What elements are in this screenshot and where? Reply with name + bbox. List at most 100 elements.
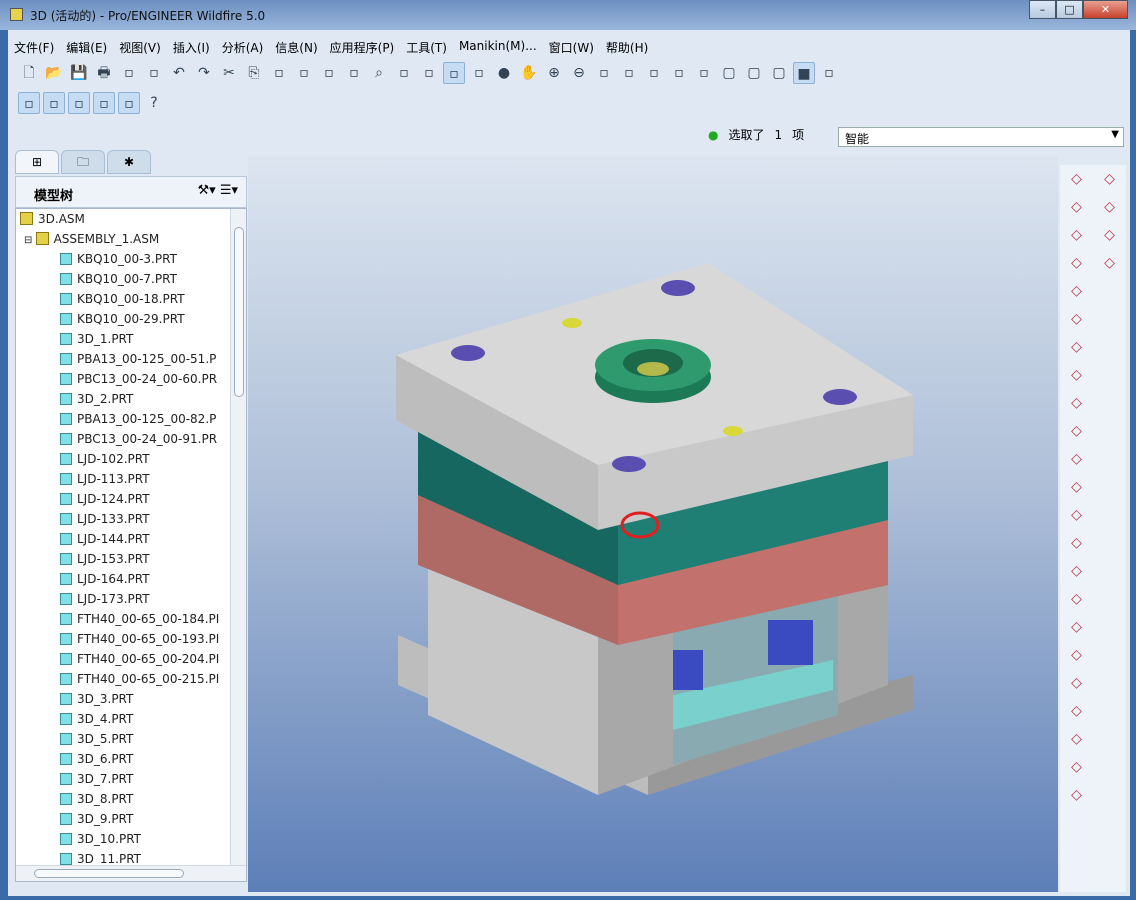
mirror-icon[interactable]: ◇: [1093, 165, 1126, 193]
settings-tools-icon[interactable]: ⚒▾: [197, 183, 215, 198]
redraw-icon[interactable]: ▫: [418, 62, 440, 84]
shading-icon[interactable]: ■: [793, 62, 815, 84]
cut-icon[interactable]: ✂: [218, 62, 240, 84]
pan-icon[interactable]: ✋: [518, 62, 540, 84]
view-manager-icon[interactable]: ▫: [693, 62, 715, 84]
new-icon[interactable]: 🗋: [18, 62, 40, 84]
tree-item[interactable]: 3D_10.PRT: [16, 829, 246, 849]
selection-filter-dropdown[interactable]: 智能 ▼: [838, 127, 1124, 147]
regen-manager-icon[interactable]: ▫: [343, 62, 365, 84]
tree-item[interactable]: FTH40_00-65_00-204.PI: [16, 649, 246, 669]
datum-axis-icon[interactable]: ◇: [1060, 221, 1093, 249]
chamfer-icon[interactable]: ◇: [1093, 221, 1126, 249]
sketch-icon[interactable]: ◇: [1060, 165, 1093, 193]
context-help-icon[interactable]: ?: [143, 92, 165, 114]
tree-item[interactable]: LJD-153.PRT: [16, 549, 246, 569]
no-hidden-icon[interactable]: ▢: [768, 62, 790, 84]
tree-item[interactable]: 3D_1.PRT: [16, 329, 246, 349]
annotation-display-icon[interactable]: ▫: [118, 92, 140, 114]
menu-item[interactable]: 窗口(W): [543, 36, 600, 58]
close-button[interactable]: ✕: [1083, 0, 1128, 19]
minimize-button[interactable]: –: [1029, 0, 1056, 19]
revolve-icon[interactable]: ◇: [1060, 445, 1093, 473]
point-display-icon[interactable]: ▫: [68, 92, 90, 114]
menu-item[interactable]: 帮助(H): [600, 36, 654, 58]
analysis-icon[interactable]: ◇: [1060, 333, 1093, 361]
mold-assembly-model[interactable]: [248, 155, 1058, 892]
tree-item[interactable]: LJD-164.PRT: [16, 569, 246, 589]
undo-icon[interactable]: ↶: [168, 62, 190, 84]
tree-item[interactable]: LJD-173.PRT: [16, 589, 246, 609]
tree-item[interactable]: PBC13_00-24_00-60.PR: [16, 369, 246, 389]
refit-icon[interactable]: ▫: [593, 62, 615, 84]
paste-special-icon[interactable]: ▫: [293, 62, 315, 84]
menu-item[interactable]: 信息(N): [269, 36, 323, 58]
paste-icon[interactable]: ▫: [268, 62, 290, 84]
copy-icon[interactable]: ⎘: [243, 62, 265, 84]
tree-item[interactable]: 3D_7.PRT: [16, 769, 246, 789]
boundary-blend-icon[interactable]: ◇: [1060, 501, 1093, 529]
select-box-icon[interactable]: ▫: [393, 62, 415, 84]
tree-item[interactable]: KBQ10_00-29.PRT: [16, 309, 246, 329]
tree-item[interactable]: LJD-102.PRT: [16, 449, 246, 469]
saved-views-icon[interactable]: ▫: [643, 62, 665, 84]
email-link-icon[interactable]: ▫: [143, 62, 165, 84]
tree-item[interactable]: LJD-133.PRT: [16, 509, 246, 529]
tree-item[interactable]: LJD-113.PRT: [16, 469, 246, 489]
tree-item[interactable]: 3D_4.PRT: [16, 709, 246, 729]
datum-plane-icon[interactable]: ◇: [1060, 193, 1093, 221]
tree-item[interactable]: 3D_3.PRT: [16, 689, 246, 709]
tree-item[interactable]: PBA13_00-125_00-82.P: [16, 409, 246, 429]
zoom-out-icon[interactable]: ⊖: [568, 62, 590, 84]
style-icon[interactable]: ◇: [1060, 529, 1093, 557]
tree-assembly[interactable]: ⊟ ASSEMBLY_1.ASM: [16, 229, 246, 249]
tree-root[interactable]: 3D.ASM: [16, 209, 246, 229]
tree-item[interactable]: 3D_9.PRT: [16, 809, 246, 829]
round-icon[interactable]: ◇: [1093, 193, 1126, 221]
pattern-icon[interactable]: ◇: [1093, 249, 1126, 277]
draft-icon[interactable]: ◇: [1060, 641, 1093, 669]
hole-icon[interactable]: ◇: [1060, 557, 1093, 585]
csys-icon[interactable]: ◇: [1060, 305, 1093, 333]
datum-curve-icon[interactable]: ◇: [1060, 249, 1093, 277]
save-icon[interactable]: 💾: [68, 62, 90, 84]
datum-plane-display-icon[interactable]: ▫: [18, 92, 40, 114]
spotlight-icon[interactable]: ▫: [818, 62, 840, 84]
tree-item[interactable]: FTH40_00-65_00-184.PI: [16, 609, 246, 629]
spin-center-icon[interactable]: ▫: [443, 62, 465, 84]
merge-icon[interactable]: ◇: [1060, 697, 1093, 725]
tree-item[interactable]: LJD-124.PRT: [16, 489, 246, 509]
tree-item[interactable]: KBQ10_00-18.PRT: [16, 289, 246, 309]
variable-sweep-icon[interactable]: ◇: [1060, 473, 1093, 501]
menu-item[interactable]: 应用程序(P): [324, 36, 401, 58]
tree-item[interactable]: 3D_6.PRT: [16, 749, 246, 769]
print-icon[interactable]: 🖶: [93, 62, 115, 84]
tab-model-tree[interactable]: ⊞: [15, 150, 59, 174]
maximize-button[interactable]: □: [1056, 0, 1083, 19]
datum-axis-display-icon[interactable]: ▫: [43, 92, 65, 114]
menu-item[interactable]: Manikin(M)...: [453, 36, 543, 58]
email-icon[interactable]: ▫: [118, 62, 140, 84]
tree-horizontal-scrollbar[interactable]: [16, 865, 246, 881]
datum-point-icon[interactable]: ◇: [1060, 277, 1093, 305]
appearance-icon[interactable]: ●: [493, 62, 515, 84]
menu-item[interactable]: 工具(T): [400, 36, 453, 58]
tree-item[interactable]: PBA13_00-125_00-51.P: [16, 349, 246, 369]
csys-display-icon[interactable]: ▫: [93, 92, 115, 114]
menu-item[interactable]: 编辑(E): [60, 36, 113, 58]
rib-icon[interactable]: ◇: [1060, 613, 1093, 641]
collapse-icon[interactable]: ⊟: [24, 235, 36, 246]
tab-folder-browser[interactable]: 🗀: [61, 150, 105, 174]
hidden-line-icon[interactable]: ▢: [743, 62, 765, 84]
extend-icon[interactable]: ◇: [1060, 753, 1093, 781]
view-icon[interactable]: ◇: [1060, 361, 1093, 389]
menu-item[interactable]: 分析(A): [216, 36, 270, 58]
extrude-icon[interactable]: ◇: [1060, 417, 1093, 445]
offset-icon[interactable]: ◇: [1060, 669, 1093, 697]
layer-icon[interactable]: ◇: [1060, 389, 1093, 417]
tree-item[interactable]: KBQ10_00-3.PRT: [16, 249, 246, 269]
menu-item[interactable]: 插入(I): [167, 36, 216, 58]
graphics-window[interactable]: [248, 155, 1058, 892]
tree-item[interactable]: FTH40_00-65_00-215.PI: [16, 669, 246, 689]
tree-vertical-scrollbar[interactable]: [230, 209, 246, 865]
